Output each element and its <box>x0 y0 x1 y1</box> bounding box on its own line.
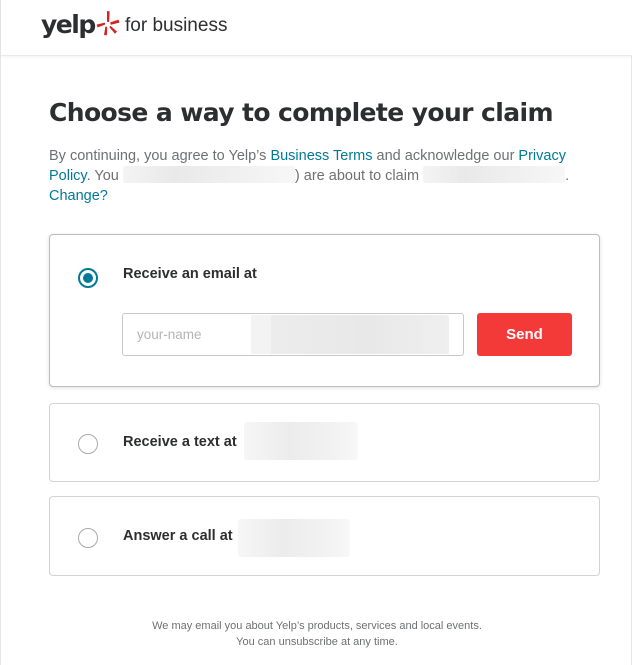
email-option-label: Receive an email at <box>123 266 257 282</box>
call-option-label: Answer a call at <box>123 528 233 544</box>
radio-unselected-icon[interactable] <box>78 528 98 548</box>
yelp-logo[interactable]: yelp <box>41 10 120 39</box>
intro-middle: and acknowledge our <box>372 148 519 164</box>
yelp-burst-icon <box>96 10 120 35</box>
email-name-input[interactable] <box>123 314 248 355</box>
email-field[interactable] <box>122 313 464 356</box>
intro-prefix: By continuing, you agree to Yelp’s <box>49 148 271 164</box>
text-option-label: Receive a text at <box>123 434 237 450</box>
radio-selected-icon[interactable] <box>78 268 98 288</box>
footer-note: We may email you about Yelp’s products, … <box>1 618 632 650</box>
redacted-user-name <box>122 166 295 183</box>
intro-period: . <box>565 168 570 184</box>
page-title: Choose a way to complete your claim <box>49 98 553 127</box>
business-terms-link[interactable]: Business Terms <box>270 148 372 164</box>
claim-intro: By continuing, you agree to Yelp’s Busin… <box>49 146 594 206</box>
redacted-email-domain <box>251 315 449 354</box>
header-subtitle: for business <box>125 15 228 36</box>
redacted-business-name <box>423 166 566 183</box>
redacted-phone-number <box>238 519 350 557</box>
email-option-card[interactable]: Receive an email at Send <box>49 234 600 387</box>
intro-claim-text: ) are about to claim <box>294 168 424 184</box>
redacted-phone-number <box>244 422 358 460</box>
footer-line-1: We may email you about Yelp’s products, … <box>152 620 482 632</box>
footer-line-2: You can unsubscribe at any time. <box>236 636 398 648</box>
call-option-card[interactable]: Answer a call at <box>49 496 600 576</box>
page-frame: yelp for business Choose a way to comple… <box>0 0 632 665</box>
intro-after-policy: . You <box>86 168 123 184</box>
send-button[interactable]: Send <box>477 313 572 356</box>
logo-wordmark: yelp <box>41 10 96 39</box>
text-option-card[interactable]: Receive a text at <box>49 403 600 482</box>
change-link[interactable]: Change? <box>49 188 108 204</box>
site-header: yelp for business <box>1 0 632 56</box>
radio-unselected-icon[interactable] <box>78 434 98 454</box>
